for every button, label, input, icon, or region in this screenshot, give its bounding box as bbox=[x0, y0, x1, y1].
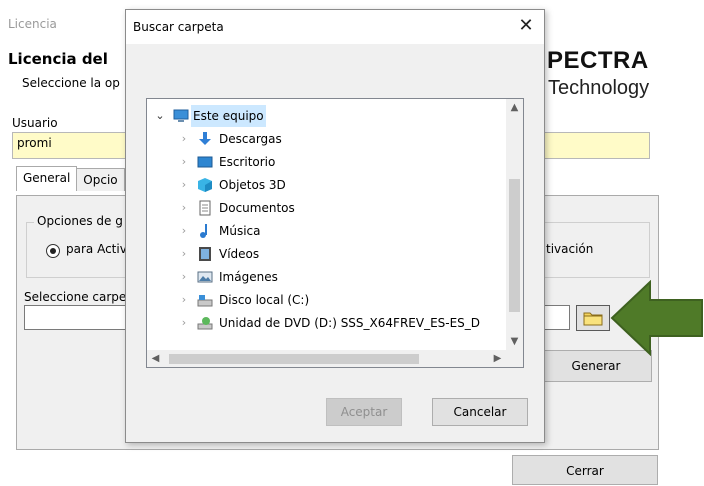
tree-item-imagenes[interactable]: › Imágenes bbox=[147, 266, 507, 288]
folder-icon bbox=[583, 312, 603, 326]
tree-item-descargas[interactable]: › Descargas bbox=[147, 128, 507, 150]
vertical-scroll-thumb[interactable] bbox=[509, 179, 520, 312]
chevron-down-icon[interactable]: ⌄ bbox=[155, 105, 165, 127]
tree-item-este-equipo[interactable]: ⌄ Este equipo bbox=[147, 105, 507, 127]
cube-icon bbox=[198, 178, 212, 192]
dialog-title: Buscar carpeta bbox=[133, 20, 224, 34]
tree-item-label: Este equipo bbox=[191, 105, 266, 127]
tree-item-label: Disco local (C:) bbox=[219, 293, 310, 307]
chevron-right-icon[interactable]: › bbox=[179, 312, 189, 334]
browse-folder-button[interactable] bbox=[576, 305, 610, 331]
folder-tree[interactable]: ⌄ Este equipo › Descargas › Escritorio › bbox=[146, 98, 524, 368]
browse-folder-dialog: Buscar carpeta ✕ ⌄ Este equipo › Descarg… bbox=[125, 9, 545, 443]
video-icon bbox=[199, 247, 211, 261]
scrollbar-corner bbox=[506, 350, 523, 367]
chevron-right-icon[interactable]: › bbox=[179, 174, 189, 196]
folder-label: Seleccione carpe bbox=[24, 290, 127, 304]
chevron-right-icon[interactable]: › bbox=[179, 266, 189, 288]
page-subtitle: Seleccione la op bbox=[22, 76, 120, 90]
chevron-right-icon[interactable]: › bbox=[179, 128, 189, 150]
cancel-button[interactable]: Cancelar bbox=[432, 398, 528, 426]
tree-item-label: Escritorio bbox=[219, 155, 276, 169]
tree-item-label: Descargas bbox=[219, 132, 282, 146]
tree-item-documentos[interactable]: › Documentos bbox=[147, 197, 507, 219]
chevron-right-icon[interactable]: › bbox=[179, 220, 189, 242]
music-icon bbox=[200, 224, 207, 238]
tree-item-label: Objetos 3D bbox=[219, 178, 286, 192]
tree-item-escritorio[interactable]: › Escritorio bbox=[147, 151, 507, 173]
scroll-left-icon[interactable]: ◀ bbox=[147, 350, 164, 367]
tree-item-label: Imágenes bbox=[219, 270, 278, 284]
dvd-icon bbox=[197, 317, 213, 330]
activation-radio-label: para Activ bbox=[66, 242, 127, 256]
tab-strip: General Opcio bbox=[16, 166, 125, 193]
scroll-up-icon[interactable]: ▲ bbox=[506, 99, 523, 116]
desktop-icon bbox=[197, 156, 213, 168]
tree-item-videos[interactable]: › Vídeos bbox=[147, 243, 507, 265]
computer-icon bbox=[173, 109, 189, 122]
logo-text: PECTRA bbox=[547, 47, 649, 74]
logo-subtext: Technology bbox=[548, 77, 650, 99]
dialog-close-button[interactable]: ✕ bbox=[514, 15, 538, 37]
tree-item-label: Vídeos bbox=[219, 247, 260, 261]
tree-item-objetos-3d[interactable]: › Objetos 3D bbox=[147, 174, 507, 196]
window-title: Licencia bbox=[8, 17, 57, 31]
tab-general[interactable]: General bbox=[16, 166, 78, 191]
user-label: Usuario bbox=[12, 116, 58, 130]
image-icon bbox=[197, 271, 213, 283]
chevron-right-icon[interactable]: › bbox=[179, 197, 189, 219]
tab-options[interactable]: Opcio bbox=[76, 168, 125, 191]
activation-label: tivación bbox=[546, 242, 594, 256]
tree-item-musica[interactable]: › Música bbox=[147, 220, 507, 242]
horizontal-scroll-thumb[interactable] bbox=[169, 354, 419, 364]
tree-item-dvd[interactable]: › Unidad de DVD (D:) SSS_X64FREV_ES-ES_D bbox=[147, 312, 507, 334]
download-icon bbox=[199, 132, 211, 145]
chevron-right-icon[interactable]: › bbox=[179, 243, 189, 265]
pointer-arrow-icon bbox=[610, 280, 703, 356]
scroll-down-icon[interactable]: ▼ bbox=[506, 333, 523, 350]
document-icon bbox=[199, 200, 211, 216]
tree-item-disco-local[interactable]: › Disco local (C:) bbox=[147, 289, 507, 311]
tree-item-label: Unidad de DVD (D:) SSS_X64FREV_ES-ES_D bbox=[219, 316, 481, 330]
accept-button[interactable]: Aceptar bbox=[326, 398, 402, 426]
tree-item-label: Música bbox=[219, 224, 261, 238]
tree-item-label: Documentos bbox=[219, 201, 295, 215]
close-button[interactable]: Cerrar bbox=[512, 455, 658, 485]
options-group-title: Opciones de g bbox=[34, 214, 126, 228]
page-heading: Licencia del bbox=[8, 50, 108, 68]
activation-radio[interactable] bbox=[46, 244, 60, 258]
drive-icon bbox=[197, 295, 213, 307]
chevron-right-icon[interactable]: › bbox=[179, 151, 189, 173]
scroll-right-icon[interactable]: ▶ bbox=[489, 350, 506, 367]
chevron-right-icon[interactable]: › bbox=[179, 289, 189, 311]
